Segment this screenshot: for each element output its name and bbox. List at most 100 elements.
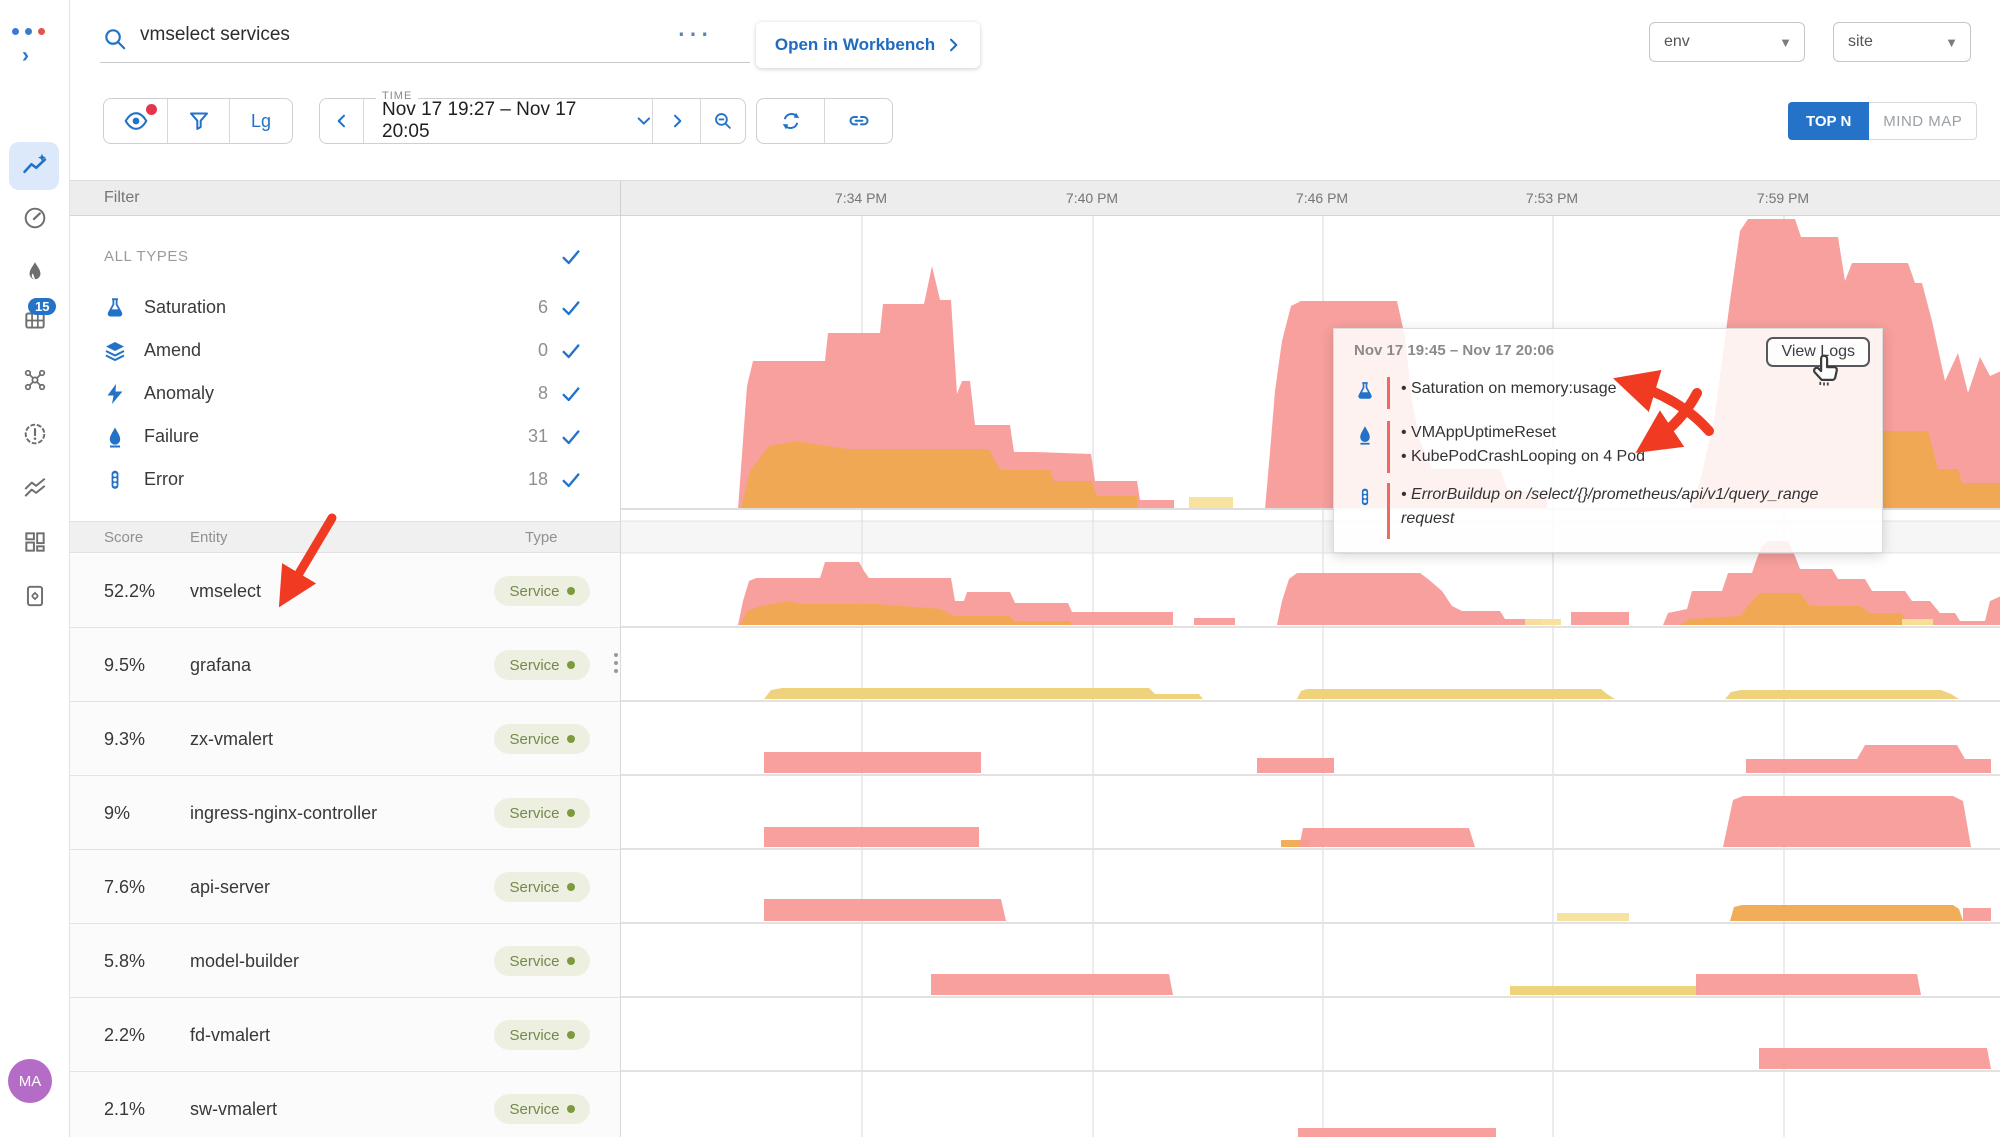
expand-sidebar-icon[interactable]: › — [22, 44, 29, 68]
area-shape-vmselect — [1525, 619, 1561, 625]
time-axis-tick: 7:34 PM — [835, 190, 887, 206]
funnel-icon — [187, 109, 211, 133]
filter-type-count: 18 — [528, 469, 548, 490]
severity-bar — [1387, 377, 1390, 409]
entity-name: vmselect — [190, 581, 261, 602]
filter-type-error[interactable]: Error 18 — [70, 458, 620, 501]
filter-type-amend[interactable]: Amend 0 — [70, 329, 620, 372]
time-range-value: Nov 17 19:27 – Nov 17 20:05 — [382, 99, 624, 143]
entity-name: ingress-nginx-controller — [190, 803, 377, 824]
zoom-out-time-button[interactable] — [701, 99, 745, 143]
env-dropdown[interactable]: env ▼ — [1649, 22, 1805, 62]
filter-type-count: 31 — [528, 426, 548, 447]
filter-type-label: Amend — [144, 340, 201, 361]
table-row-api-server[interactable]: 7.6% api-server Service — [70, 850, 620, 924]
type-badge: Service — [494, 946, 590, 976]
watch-button[interactable] — [104, 99, 168, 143]
search-underline — [100, 62, 750, 63]
time-axis-tick: 7:46 PM — [1296, 190, 1348, 206]
panel-resize-handle[interactable] — [612, 646, 620, 680]
sidebar-item-dashboards[interactable] — [19, 526, 51, 558]
table-row-fd-vmalert[interactable]: 2.2% fd-vmalert Service — [70, 998, 620, 1072]
tooltip-group-saturation: Saturation on memory:usage — [1352, 377, 1845, 409]
filter-type-anomaly[interactable]: Anomaly 8 — [70, 372, 620, 415]
filter-type-saturation[interactable]: Saturation 6 — [70, 286, 620, 329]
tooltip-group-failure: VMAppUptimeReset KubePodCrashLooping on … — [1352, 421, 1845, 473]
sidebar-item-insights[interactable] — [19, 150, 51, 182]
time-control-group: TIME Nov 17 19:27 – Nov 17 20:05 — [319, 98, 746, 144]
filter-all-types-row[interactable]: ALL TYPES — [70, 235, 620, 278]
entity-name: model-builder — [190, 951, 299, 972]
sidebar-item-topology[interactable] — [19, 364, 51, 396]
table-row-grafana[interactable]: 9.5% grafana Service — [70, 628, 620, 702]
type-badge-label: Service — [509, 879, 559, 896]
magnifier-minus-icon — [712, 110, 734, 132]
flame-icon — [22, 259, 48, 285]
anomaly-timeline-app: › 15 — [0, 0, 2000, 1137]
area-shape-api-server — [1557, 913, 1629, 921]
area-shape-grafana — [764, 688, 1203, 699]
filter-type-count: 6 — [538, 297, 548, 318]
sidebar-item-alerts[interactable] — [19, 418, 51, 450]
view-logs-button[interactable]: View Logs — [1766, 337, 1870, 367]
status-dot — [567, 661, 575, 669]
chevron-right-icon — [945, 37, 961, 53]
area-shape-sw-vmalert — [1298, 1128, 1496, 1137]
sidebar-item-hotspots[interactable] — [19, 256, 51, 288]
table-row-vmselect[interactable]: 52.2% vmselect Service — [70, 554, 620, 628]
flask-icon — [1354, 379, 1376, 403]
type-badge: Service — [494, 1020, 590, 1050]
chevron-down-icon: ▼ — [1945, 35, 1958, 50]
type-badge: Service — [494, 872, 590, 902]
refresh-icon — [779, 109, 803, 133]
sidebar-item-gauge[interactable] — [19, 202, 51, 234]
sidebar-item-config[interactable] — [19, 580, 51, 612]
copy-link-button[interactable] — [825, 99, 892, 143]
table-header: Score Entity Type — [70, 521, 620, 553]
area-shape-overview — [1189, 497, 1233, 509]
area-shape-ingress-nginx-controller — [1723, 796, 1971, 847]
flame-drop-icon — [103, 425, 127, 449]
site-dropdown[interactable]: site ▼ — [1833, 22, 1971, 62]
entity-score: 5.8% — [104, 951, 145, 972]
entity-name: api-server — [190, 877, 270, 898]
gauge-icon — [22, 205, 48, 231]
type-badge: Service — [494, 1094, 590, 1124]
table-row-sw-vmalert[interactable]: 2.1% sw-vmalert Service — [70, 1072, 620, 1137]
time-next-button[interactable] — [653, 99, 701, 143]
mind-map-tab[interactable]: MIND MAP — [1869, 102, 1977, 140]
table-row-zx-vmalert[interactable]: 9.3% zx-vmalert Service — [70, 702, 620, 776]
layers-icon — [103, 339, 127, 363]
filter-type-label: Failure — [144, 426, 199, 447]
chevron-right-icon — [669, 113, 685, 129]
filter-type-label: Anomaly — [144, 383, 214, 404]
status-dot — [567, 883, 575, 891]
avatar[interactable]: MA — [8, 1059, 52, 1103]
type-badge: Service — [494, 650, 590, 680]
area-shape-model-builder — [931, 974, 1173, 995]
filter-button[interactable] — [168, 99, 230, 143]
more-options-icon[interactable]: ··· — [676, 14, 711, 51]
type-badge: Service — [494, 724, 590, 754]
time-range-picker[interactable]: Nov 17 19:27 – Nov 17 20:05 — [364, 99, 653, 143]
table-row-model-builder[interactable]: 5.8% model-builder Service — [70, 924, 620, 998]
entity-name: sw-vmalert — [190, 1099, 277, 1120]
traffic-light-icon — [103, 468, 127, 492]
column-header-entity: Entity — [190, 529, 228, 546]
refresh-button[interactable] — [757, 99, 825, 143]
check-icon — [560, 469, 582, 491]
open-in-workbench-button[interactable]: Open in Workbench — [756, 22, 980, 68]
sidebar-item-metrics[interactable] — [19, 472, 51, 504]
search-input[interactable]: vmselect services — [140, 24, 290, 46]
chevron-down-icon — [636, 113, 652, 129]
time-axis-tick: 7:40 PM — [1066, 190, 1118, 206]
check-icon — [560, 246, 582, 268]
table-row-ingress-nginx-controller[interactable]: 9% ingress-nginx-controller Service — [70, 776, 620, 850]
logs-button[interactable]: Lg — [230, 99, 292, 143]
all-types-label: ALL TYPES — [104, 248, 189, 265]
view-options-group: Lg — [103, 98, 293, 144]
filter-type-count: 8 — [538, 383, 548, 404]
filter-type-failure[interactable]: Failure 31 — [70, 415, 620, 458]
top-n-tab[interactable]: TOP N — [1788, 102, 1869, 140]
time-prev-button[interactable] — [320, 99, 364, 143]
